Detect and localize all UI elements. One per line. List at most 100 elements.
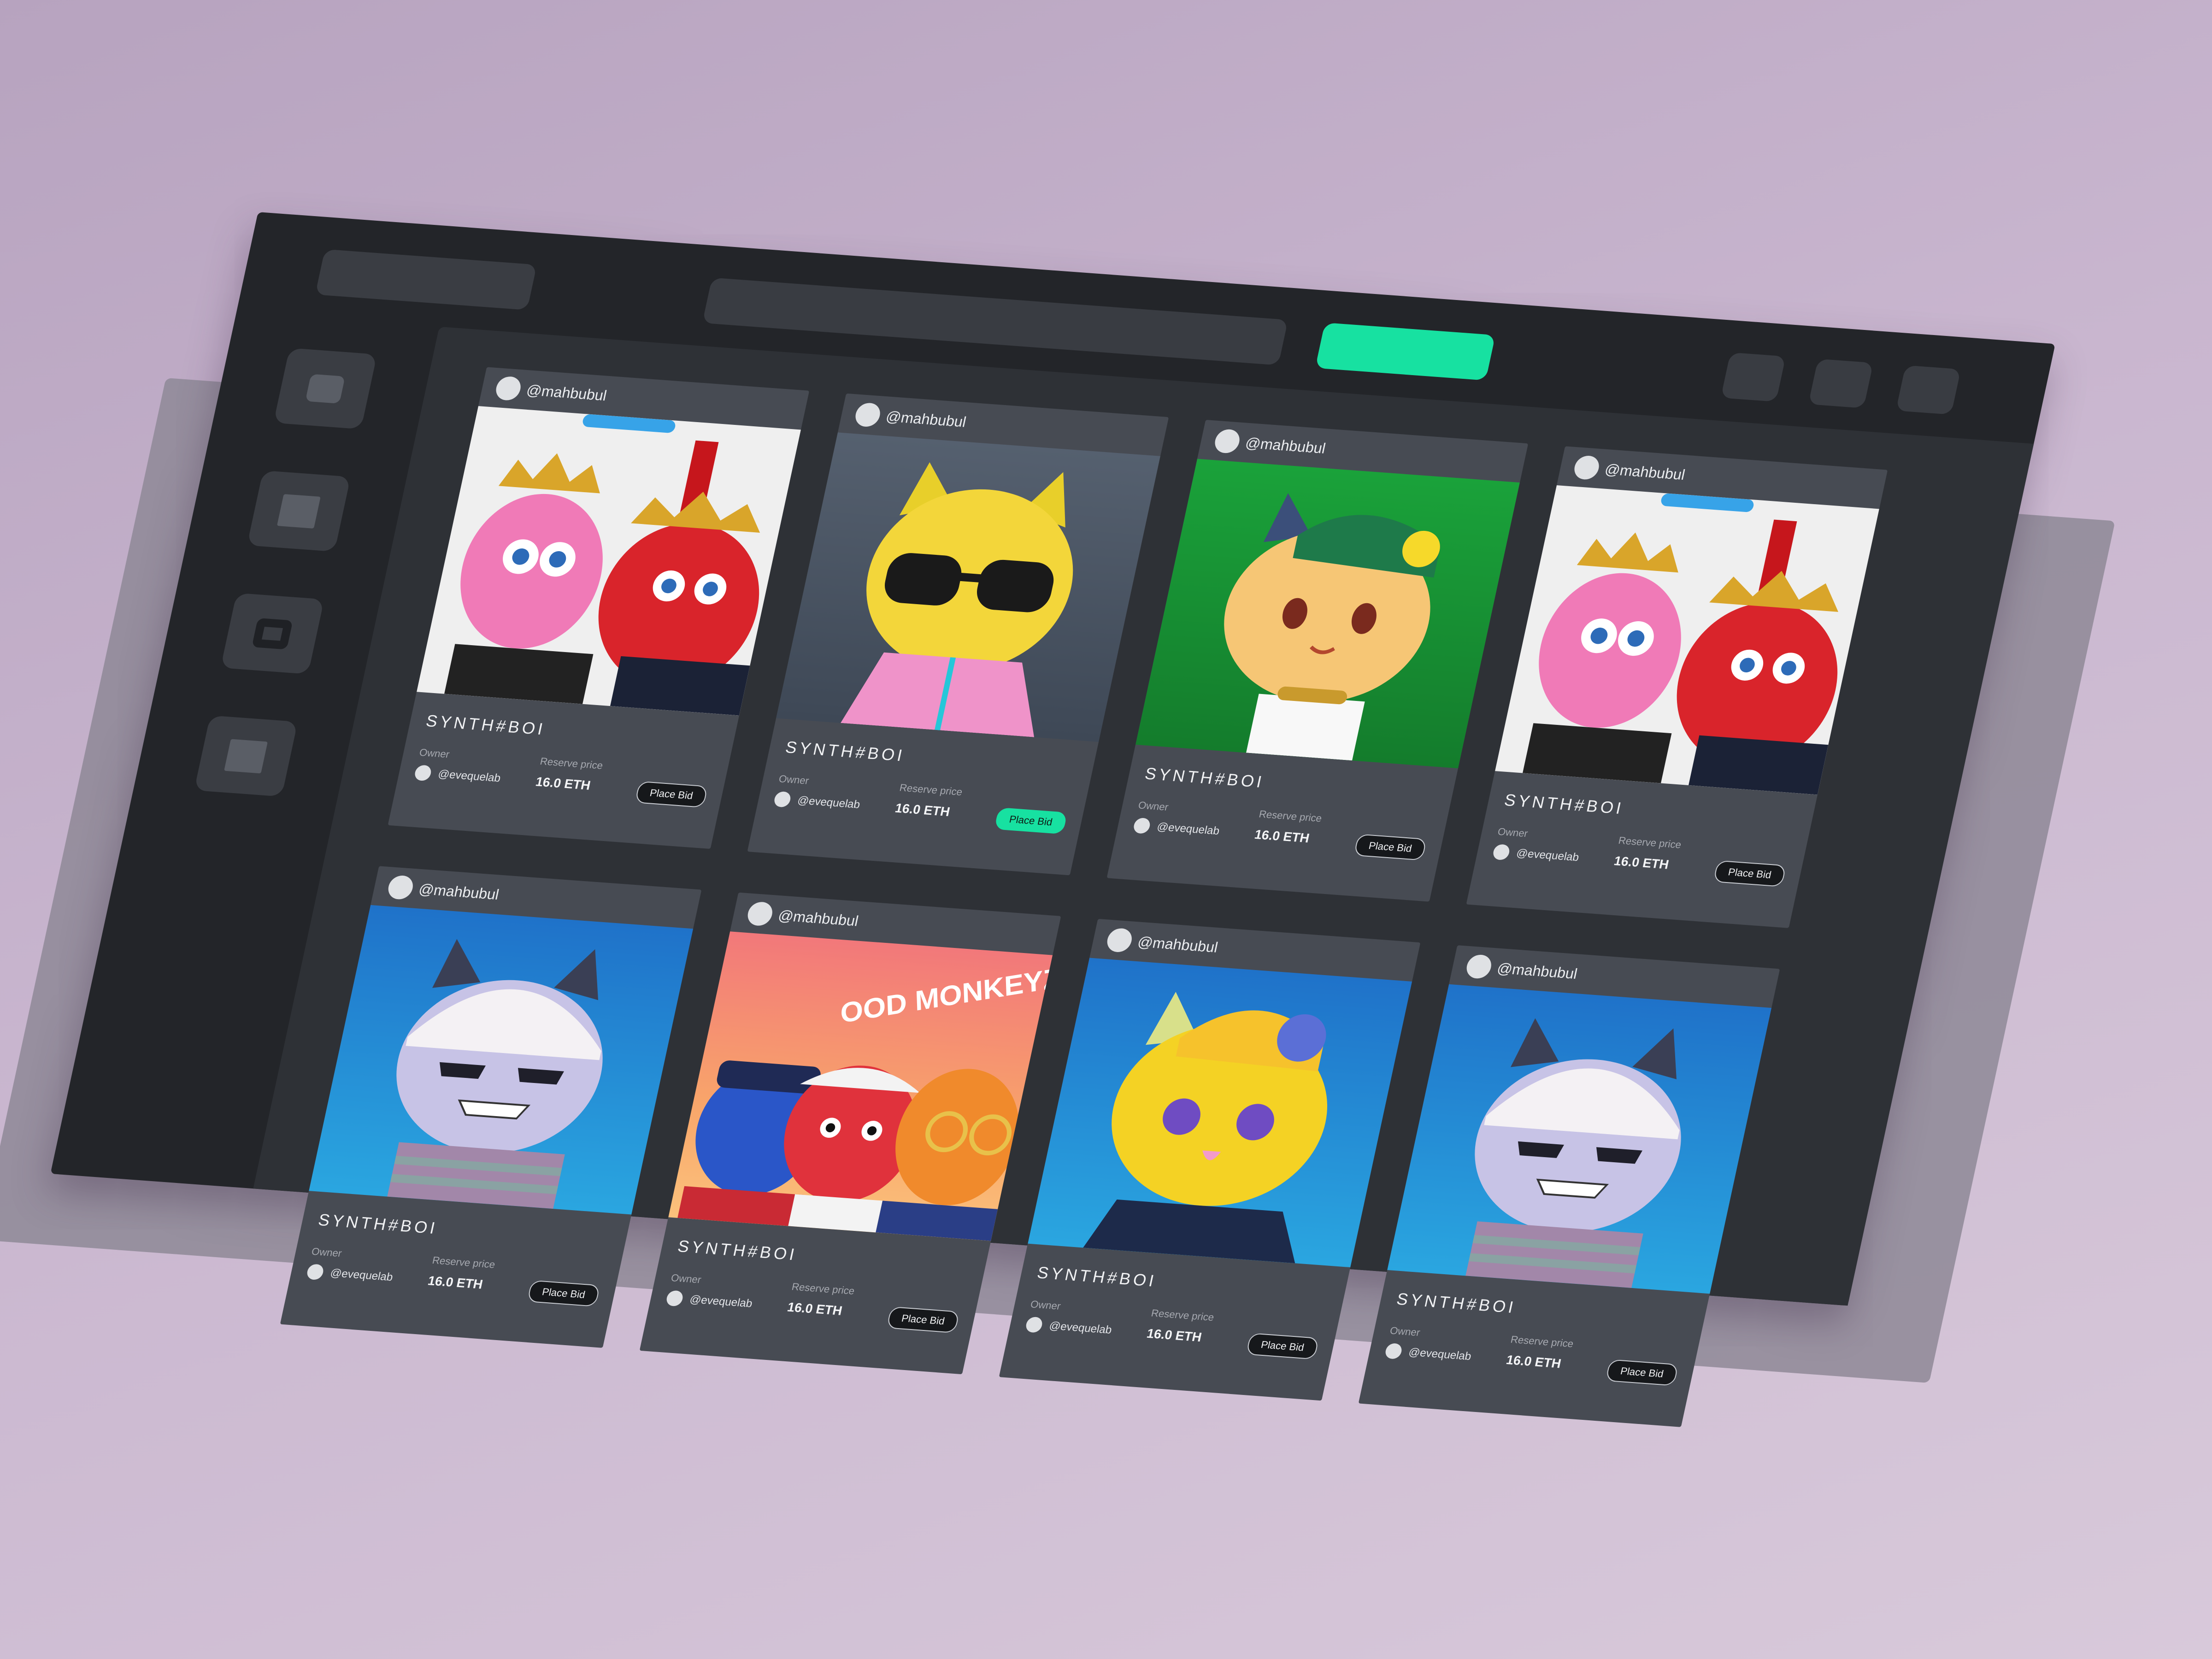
place-bid-button[interactable]: Place Bid [886, 1306, 960, 1334]
nft-title: SYNTH#BOI [1143, 764, 1266, 792]
notification-icon[interactable] [1720, 352, 1786, 402]
owner[interactable]: @evequelab [413, 765, 502, 786]
capped-cat-art [1224, 493, 1441, 761]
place-bid-button[interactable]: Place Bid [1605, 1359, 1679, 1386]
place-bid-button[interactable]: Place Bid [1353, 834, 1427, 861]
nft-marketplace-window: @mahbubul SYNTH#BOI Owner Reserve price … [50, 212, 2056, 1427]
nft-image[interactable] [1387, 984, 1772, 1294]
owner[interactable]: @evequelab [665, 1290, 753, 1312]
reserve-price: 16.0 ETH [1612, 853, 1671, 872]
card-meta: Owner Reserve price @evequelab 16.0 ETH … [665, 1272, 964, 1334]
creator-handle[interactable]: @mahbubul [1603, 460, 1687, 483]
nft-title: SYNTH#BOI [424, 711, 547, 739]
monkeys-art: OOD MONKEYZ [677, 962, 1053, 1241]
avatar [1024, 1316, 1044, 1333]
owner[interactable]: @evequelab [1132, 817, 1221, 839]
card-info: SYNTH#BOI Owner Reserve price @evequelab… [999, 1244, 1350, 1401]
reserve-price-label: Reserve price [790, 1281, 856, 1297]
nft-card[interactable]: @mahbubul SYNTH#BOI Owner Reserve price … [1466, 446, 1888, 928]
place-bid-button[interactable]: Place Bid [1246, 1333, 1319, 1360]
yellow-cat-art [841, 462, 1073, 737]
nft-image[interactable] [309, 905, 694, 1215]
nft-grid: @mahbubul SYNTH#BOI Owner Reserve price … [253, 326, 2034, 1427]
nft-image[interactable]: OOD MONKEYZ [668, 931, 1053, 1241]
reserve-price-label: Reserve price [431, 1254, 496, 1271]
nft-image[interactable] [417, 406, 801, 716]
reserve-price: 16.0 ETH [1253, 827, 1311, 846]
sidebar-item-collections[interactable] [220, 593, 324, 674]
reserve-price-label: Reserve price [539, 755, 604, 771]
card-meta: Owner Reserve price @evequelab 16.0 ETH … [1024, 1298, 1323, 1360]
owner-name: @evequelab [1515, 847, 1580, 864]
avatar [1212, 428, 1242, 454]
reserve-price: 16.0 ETH [786, 1300, 844, 1318]
sidebar-item-explore[interactable] [247, 470, 351, 552]
owner-name: @evequelab [329, 1266, 394, 1284]
avatar [853, 402, 882, 428]
card-info: SYNTH#BOI Owner Reserve price @evequelab… [280, 1191, 631, 1348]
nft-card[interactable]: @mahbubul SYNTH#BOI Owner Reserve price … [747, 393, 1169, 876]
avatar [413, 765, 433, 782]
avatar [773, 791, 792, 808]
creator-handle[interactable]: @mahbubul [1244, 434, 1327, 457]
reserve-price-label: Reserve price [1509, 1333, 1575, 1350]
nft-image[interactable] [1495, 485, 1879, 795]
card-info: SYNTH#BOI Owner Reserve price @evequelab… [1359, 1270, 1710, 1427]
nft-card[interactable]: @mahbubul SYNTH#BOI Owner Reserve price … [388, 367, 810, 849]
card-meta: Owner Reserve price @evequelab 16.0 ETH … [306, 1245, 604, 1307]
sidebar-item-settings[interactable] [194, 715, 298, 797]
nft-title: SYNTH#BOI [676, 1236, 799, 1264]
reserve-price: 16.0 ETH [426, 1273, 484, 1292]
card-meta: Owner Reserve price @evequelab 16.0 ETH … [1492, 826, 1790, 887]
owner[interactable]: @evequelab [1384, 1342, 1473, 1365]
creator-handle[interactable]: @mahbubul [1495, 959, 1579, 982]
card-meta: Owner Reserve price @evequelab 16.0 ETH … [1384, 1324, 1683, 1386]
owner-name: @evequelab [1407, 1346, 1473, 1363]
card-info: SYNTH#BOI Owner Reserve price @evequelab… [640, 1217, 991, 1374]
creator-handle[interactable]: @mahbubul [777, 907, 860, 930]
owner-label: Owner [1029, 1298, 1062, 1312]
owner-label: Owner [418, 746, 451, 760]
place-bid-button[interactable]: Place Bid [527, 1280, 600, 1307]
creator-handle[interactable]: @mahbubul [1136, 933, 1220, 956]
nft-image[interactable] [776, 432, 1160, 742]
primary-action-button[interactable] [1315, 323, 1496, 381]
place-bid-button[interactable]: Place Bid [994, 807, 1068, 835]
card-info: SYNTH#BOI Owner Reserve price @evequelab… [1107, 745, 1458, 902]
owner[interactable]: @evequelab [1024, 1316, 1113, 1338]
reserve-price: 16.0 ETH [894, 800, 952, 819]
creator-handle[interactable]: @mahbubul [525, 382, 608, 404]
crowned-characters-art [444, 414, 760, 716]
creator-handle[interactable]: @mahbubul [884, 408, 968, 430]
place-bid-button[interactable]: Place Bid [1713, 860, 1787, 887]
wallet-icon[interactable] [1808, 359, 1874, 408]
creator-handle[interactable]: @mahbubul [417, 880, 501, 903]
owner-name: @evequelab [1156, 820, 1221, 837]
owner-name: @evequelab [1048, 1319, 1113, 1336]
owner-label: Owner [670, 1272, 702, 1286]
avatar [1492, 844, 1511, 861]
nft-card[interactable]: @mahbubul SYNTH#BOI Owner Reserve price … [1106, 420, 1529, 902]
owner[interactable]: @evequelab [1492, 844, 1580, 865]
owner-name: @evequelab [688, 1293, 754, 1310]
owner-label: Owner [310, 1245, 343, 1259]
settings-icon [224, 739, 268, 773]
collection-icon [252, 618, 293, 650]
owner[interactable]: @evequelab [773, 791, 861, 813]
nft-image[interactable] [1028, 958, 1412, 1268]
profile-icon[interactable] [1895, 365, 1961, 415]
owner[interactable]: @evequelab [306, 1264, 394, 1285]
nft-image[interactable] [1135, 459, 1520, 769]
avatar [494, 376, 523, 401]
home-icon [305, 373, 346, 404]
nft-title: SYNTH#BOI [1502, 790, 1626, 818]
mockup-stage: @mahbubul SYNTH#BOI Owner Reserve price … [0, 0, 2212, 1659]
owner-name: @evequelab [796, 794, 861, 811]
nft-title: SYNTH#BOI [1035, 1263, 1159, 1290]
sidebar-item-home[interactable] [273, 348, 377, 429]
reserve-price-label: Reserve price [1617, 834, 1683, 851]
place-bid-button[interactable]: Place Bid [635, 781, 708, 808]
avatar [1572, 455, 1601, 481]
avatar [1105, 927, 1134, 953]
owner-label: Owner [1388, 1324, 1421, 1338]
